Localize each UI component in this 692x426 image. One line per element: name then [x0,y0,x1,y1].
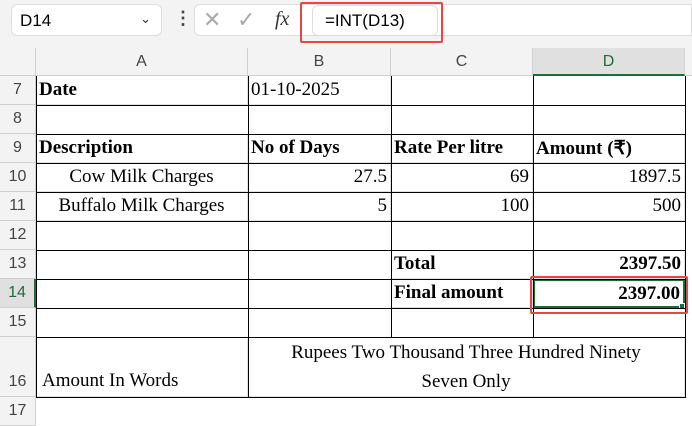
more-icon[interactable]: ⋮ [174,8,192,29]
row-header-12[interactable]: 12 [0,221,36,250]
column-header-e[interactable] [685,48,692,76]
select-all-corner[interactable] [0,48,36,76]
x-icon[interactable]: ✕ [203,7,221,33]
cell-c11[interactable]: 100 [391,192,533,221]
cell-c10[interactable]: 69 [391,163,533,192]
cell-a7[interactable]: Date [36,76,248,105]
cell-d9[interactable]: Amount (₹) [533,134,685,163]
cell-d11[interactable]: 500 [533,192,685,221]
row-header-13[interactable]: 13 [0,250,36,279]
column-header-a[interactable]: A [36,48,248,76]
formula-area: ✕ ✓ fx [194,4,692,36]
column-header-c[interactable]: C [391,48,533,76]
cell-a9[interactable]: Description [36,134,248,163]
cell-b10[interactable]: 27.5 [248,163,391,192]
cell-a16[interactable]: Amount In Words [36,337,248,397]
cell-c13[interactable]: Total [391,250,533,279]
name-box[interactable]: D14 ⌄ [11,4,162,36]
row-header-11[interactable]: 11 [0,192,36,221]
row-header-8[interactable]: 8 [0,105,36,134]
row-header-7[interactable]: 7 [0,76,36,105]
check-icon[interactable]: ✓ [237,7,255,33]
row-header-9[interactable]: 9 [0,134,36,163]
fx-icon[interactable]: fx [275,8,289,31]
name-box-value: D14 [20,11,52,30]
cell-b7[interactable]: 01-10-2025 [248,76,391,105]
column-header-d[interactable]: D [533,48,685,76]
cell-b16-merged[interactable]: Rupees Two Thousand Three Hundred Ninety… [248,337,685,397]
cell-c14[interactable]: Final amount [391,279,533,308]
row-header-14[interactable]: 14 [0,279,36,308]
cell-b9[interactable]: No of Days [248,134,391,163]
cell-b11[interactable]: 5 [248,192,391,221]
column-header-b[interactable]: B [248,48,391,76]
cell-d10[interactable]: 1897.5 [533,163,685,192]
cell-a10[interactable]: Cow Milk Charges [36,163,248,192]
row-header-17[interactable]: 17 [0,397,36,426]
row-header-16[interactable]: 16 [0,337,36,397]
cell-c9[interactable]: Rate Per litre [391,134,533,163]
cell-a11[interactable]: Buffalo Milk Charges [36,192,248,221]
formula-highlight-box [300,2,443,43]
chevron-down-icon[interactable]: ⌄ [140,11,151,27]
cell-d13[interactable]: 2397.50 [533,250,685,279]
result-highlight-box [530,276,688,314]
row-header-10[interactable]: 10 [0,163,36,192]
row-header-15[interactable]: 15 [0,308,36,337]
